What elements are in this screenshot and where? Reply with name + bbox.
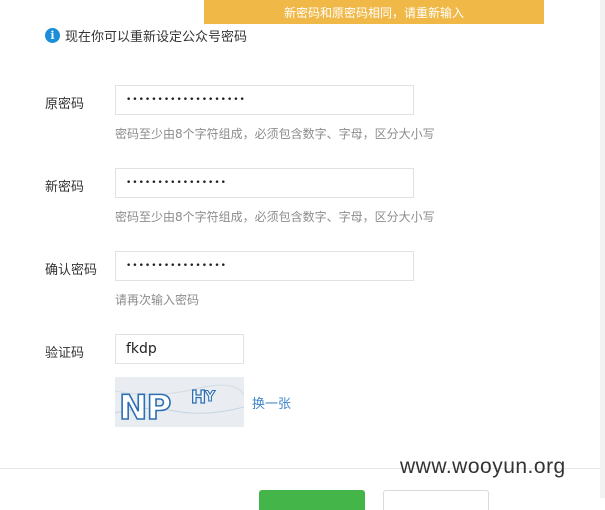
watermark: www.wooyun.org — [400, 455, 566, 478]
captcha-image-text-2: H — [191, 387, 206, 408]
info-icon: i — [45, 28, 60, 43]
confirm-password-hint: 请再次输入密码 — [115, 293, 200, 307]
refresh-captcha-link[interactable]: 换一张 — [252, 393, 291, 412]
cancel-button[interactable] — [383, 490, 489, 510]
captcha-label: 验证码 — [45, 346, 85, 361]
confirm-password-label: 确认密码 — [45, 263, 98, 278]
scroll-edge — [600, 0, 605, 498]
captcha-image-text-1: NP — [119, 388, 170, 427]
new-password-input[interactable]: •••••••••••••••• — [115, 168, 414, 198]
old-password-hint: 密码至少由8个字符组成，必须包含数字、字母，区分大小写 — [115, 127, 435, 141]
error-toast-text: 新密码和原密码相同，请重新输入 — [283, 5, 464, 20]
new-password-label: 新密码 — [45, 180, 85, 195]
confirm-password-input[interactable]: •••••••••••••••• — [115, 251, 414, 281]
captcha-image: NP H Y — [115, 377, 244, 427]
info-tip: i 现在你可以重新设定公众号密码 — [45, 26, 247, 45]
confirm-button[interactable] — [259, 490, 365, 510]
captcha-input[interactable]: fkdp — [115, 334, 244, 364]
old-password-input[interactable]: ••••••••••••••••••• — [115, 85, 414, 115]
info-tip-text: 现在你可以重新设定公众号密码 — [65, 30, 248, 45]
new-password-hint: 密码至少由8个字符组成，必须包含数字、字母，区分大小写 — [115, 210, 435, 224]
old-password-label: 原密码 — [45, 97, 85, 112]
error-toast: 新密码和原密码相同，请重新输入 — [204, 0, 544, 24]
captcha-image-text-4: Y — [204, 389, 216, 405]
